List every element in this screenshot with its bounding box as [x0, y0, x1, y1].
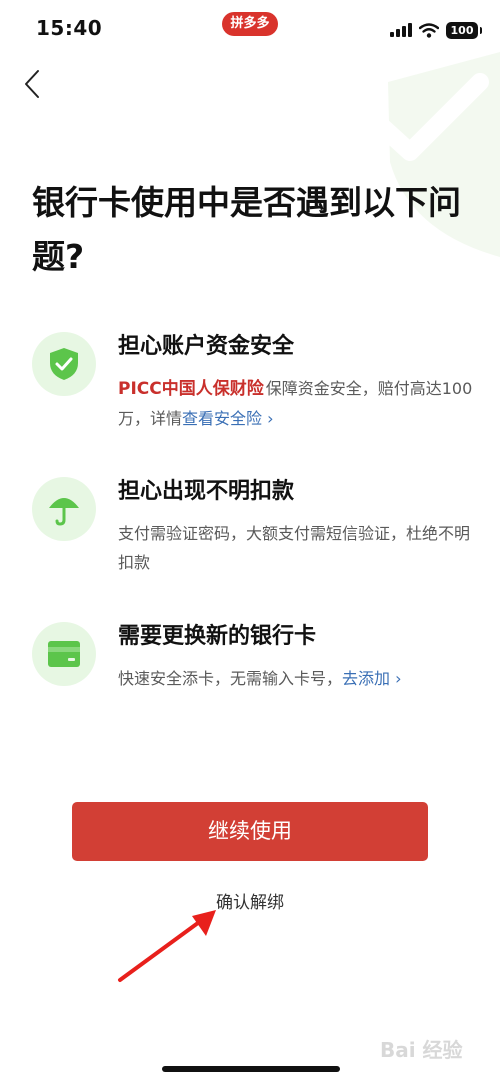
- system-icons: 100: [390, 20, 482, 40]
- feature-icon-circle: [32, 477, 96, 541]
- umbrella-icon: [49, 498, 79, 526]
- feature-title: 担心账户资金安全: [118, 334, 295, 359]
- view-insurance-link[interactable]: 查看安全险 ›: [182, 409, 274, 428]
- battery-icon: 100: [446, 21, 482, 39]
- feature-icon-circle: [32, 622, 96, 686]
- card-icon: [48, 641, 80, 667]
- chevron-left-icon: [25, 70, 39, 98]
- feature-description: 支付需验证密码，大额支付需短信验证，杜绝不明扣款: [118, 524, 471, 572]
- feature-icon-circle: [32, 332, 96, 396]
- feature-title: 担心出现不明扣款: [118, 479, 295, 504]
- add-card-link[interactable]: 去添加 ›: [342, 669, 402, 688]
- feature-title: 需要更换新的银行卡: [118, 624, 317, 649]
- status-bar: 15:40 拼多多 100: [0, 0, 500, 58]
- status-time: 15:40: [36, 16, 103, 40]
- page-title: 银行卡使用中是否遇到以下问题?: [32, 183, 461, 276]
- feature-desc-text: 快速安全添卡，无需输入卡号，: [118, 669, 343, 688]
- feature-description: 快速安全添卡，无需输入卡号，去添加 ›: [118, 664, 478, 693]
- feature-description: PICC中国人保财险 保障资金安全，赔付高达100万，详情查看安全险 ›: [118, 374, 478, 433]
- wifi-icon: [419, 22, 439, 38]
- continue-button[interactable]: 继续使用: [72, 802, 428, 861]
- confirm-unbind-button[interactable]: 确认解绑: [0, 888, 500, 913]
- annotation-arrow-icon: [118, 910, 216, 982]
- app-badge: 拼多多: [222, 12, 278, 36]
- picc-logo: PICC中国人保财险: [118, 379, 264, 399]
- back-button[interactable]: [14, 64, 50, 104]
- home-indicator: [162, 1066, 340, 1072]
- shield-check-icon: [50, 348, 78, 380]
- baidu-watermark: Bai 经验: [380, 1038, 463, 1062]
- signal-icon: [390, 23, 412, 37]
